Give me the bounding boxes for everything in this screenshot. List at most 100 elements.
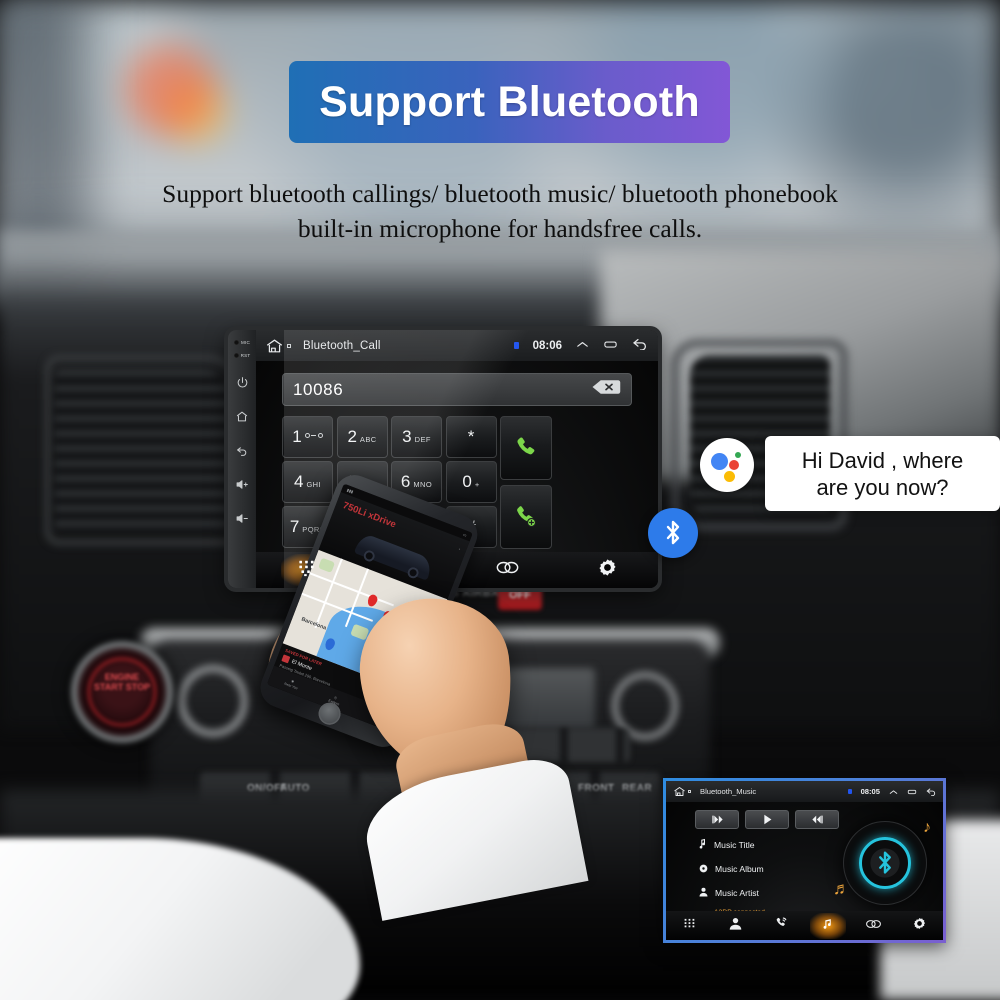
inset-chevron-up-icon[interactable] xyxy=(889,783,898,801)
speech-text: Hi David , where are you now? xyxy=(802,447,963,501)
key-letters: DEF xyxy=(414,435,431,444)
air-vent-left xyxy=(55,370,230,530)
music-note-decor-1: ♪ xyxy=(923,819,931,836)
inset-nav-contacts[interactable] xyxy=(712,917,758,935)
dialpad-key-3[interactable]: 3 DEF xyxy=(391,416,442,458)
music-album-label: Music Album xyxy=(715,864,764,874)
gear-icon xyxy=(913,917,926,935)
volume-up-icon[interactable] xyxy=(235,478,250,496)
bluetooth-icon xyxy=(666,520,680,545)
assistant-dot-blue xyxy=(711,453,728,470)
subtitle-line-2: built-in microphone for handsfree calls. xyxy=(297,214,703,243)
music-transport-controls[interactable] xyxy=(695,810,839,829)
phone-number-input[interactable]: 10086 xyxy=(282,373,632,406)
back-nav-icon[interactable] xyxy=(632,337,649,355)
dialpad-key-1[interactable]: 1 xyxy=(282,416,333,458)
previous-track-button[interactable] xyxy=(695,810,739,829)
inset-recents-icon[interactable] xyxy=(907,783,917,801)
title-banner: Support Bluetooth xyxy=(289,61,730,143)
nav-settings[interactable] xyxy=(558,558,659,582)
music-title-label: Music Title xyxy=(714,840,755,850)
inset-nav-music[interactable] xyxy=(805,912,851,939)
car-details-link[interactable]: › xyxy=(458,546,461,551)
climate-knob-left xyxy=(178,665,248,737)
key-digit: 2 xyxy=(347,427,357,446)
album-disc-graphic: ♪ ♬ xyxy=(833,819,931,905)
music-note-icon xyxy=(699,836,707,854)
home-icon[interactable] xyxy=(235,410,249,428)
map-park xyxy=(318,557,336,573)
bluetooth-disc-icon xyxy=(879,851,891,874)
inset-topbar: Bluetooth_Music 08:05 xyxy=(666,781,943,802)
link-icon xyxy=(865,917,882,935)
reset-label: RST xyxy=(240,353,251,358)
dialpad-key-star[interactable]: * xyxy=(445,416,497,458)
head-unit-topbar: Bluetooth_Call 08:06 xyxy=(256,330,658,361)
play-button[interactable] xyxy=(745,810,789,829)
bluetooth-status-icon xyxy=(513,342,519,349)
call-history-icon xyxy=(774,916,788,935)
header-area: Support Bluetooth Support bluetooth call… xyxy=(0,0,1000,260)
status-area: 08:06 xyxy=(513,337,658,355)
key-digit: 3 xyxy=(402,427,412,446)
google-assistant-icon[interactable] xyxy=(700,438,754,492)
phone-icon xyxy=(517,437,535,455)
inset-nav-settings[interactable] xyxy=(897,917,943,935)
next-track-button[interactable] xyxy=(795,810,839,829)
volume-down-icon[interactable] xyxy=(235,512,250,530)
mic-indicator: MIC xyxy=(233,338,251,347)
assistant-dot-green xyxy=(735,452,741,458)
inset-app-title: Bluetooth_Music xyxy=(700,787,757,796)
subtitle-text: Support bluetooth callings/ bluetooth mu… xyxy=(55,176,945,246)
inset-home-icon[interactable] xyxy=(673,786,691,797)
mic-label: MIC xyxy=(240,340,251,345)
phone-carrier: ▮▮▮ xyxy=(346,487,355,495)
speech-line-2: are you now? xyxy=(816,474,949,500)
disc-icon xyxy=(699,860,708,878)
inset-nav-call-history[interactable] xyxy=(758,916,804,935)
inset-bottom-nav[interactable] xyxy=(666,911,943,940)
engine-start-stop-label: ENGINE START STOP xyxy=(93,672,151,692)
bluetooth-badge xyxy=(648,508,698,558)
key-digit: 1 xyxy=(292,427,302,446)
back-icon[interactable] xyxy=(235,444,249,462)
inset-bluetooth-status-icon xyxy=(848,789,852,794)
map-city-label: Barcelona xyxy=(300,616,327,632)
hand-holding-phone: ▮▮▮ ▭ 750Li xDrive › Barcelona SAVED FOR… xyxy=(250,469,589,921)
subtitle-line-1: Support bluetooth callings/ bluetooth mu… xyxy=(162,179,838,208)
music-artist-row: Music Artist xyxy=(699,884,849,902)
next-icon xyxy=(811,815,823,824)
person-icon xyxy=(729,917,742,935)
inset-screen-inner: Bluetooth_Music 08:05 Music Title Music … xyxy=(666,781,943,940)
inset-back-icon[interactable] xyxy=(926,783,937,801)
mic-dot xyxy=(233,340,239,345)
music-note-decor-2: ♬ xyxy=(833,879,850,898)
dial-call-button[interactable] xyxy=(500,416,552,480)
person-icon xyxy=(699,884,708,902)
inset-nav-keypad[interactable] xyxy=(666,917,712,935)
previous-icon xyxy=(711,815,723,824)
dialpad-key-2[interactable]: 2 ABC xyxy=(336,416,388,458)
dialed-number: 10086 xyxy=(293,379,344,399)
home-button-icon[interactable] xyxy=(265,338,291,354)
power-icon[interactable] xyxy=(236,376,249,394)
inset-status-area: 08:05 xyxy=(848,783,943,801)
keypad-icon xyxy=(683,917,696,935)
speech-line-1: Hi David , where xyxy=(801,447,964,473)
chevron-up-icon[interactable] xyxy=(576,337,589,355)
gear-icon xyxy=(598,558,617,582)
inset-nav-link[interactable] xyxy=(851,917,897,935)
recents-icon[interactable] xyxy=(603,337,618,355)
assistant-dot-red xyxy=(729,460,739,470)
key-letters: ABC xyxy=(359,435,377,444)
reset-indicator: RST xyxy=(233,351,251,360)
backspace-icon[interactable] xyxy=(591,378,621,401)
music-note-icon xyxy=(821,917,834,935)
page-title: Support Bluetooth xyxy=(319,77,700,126)
music-artist-label: Music Artist xyxy=(715,888,759,898)
music-album-row: Music Album xyxy=(699,860,849,878)
engine-start-ring xyxy=(88,658,156,726)
keypad-icon xyxy=(297,558,316,582)
inset-clock: 08:05 xyxy=(860,787,880,796)
music-title-row: Music Title xyxy=(699,836,849,854)
